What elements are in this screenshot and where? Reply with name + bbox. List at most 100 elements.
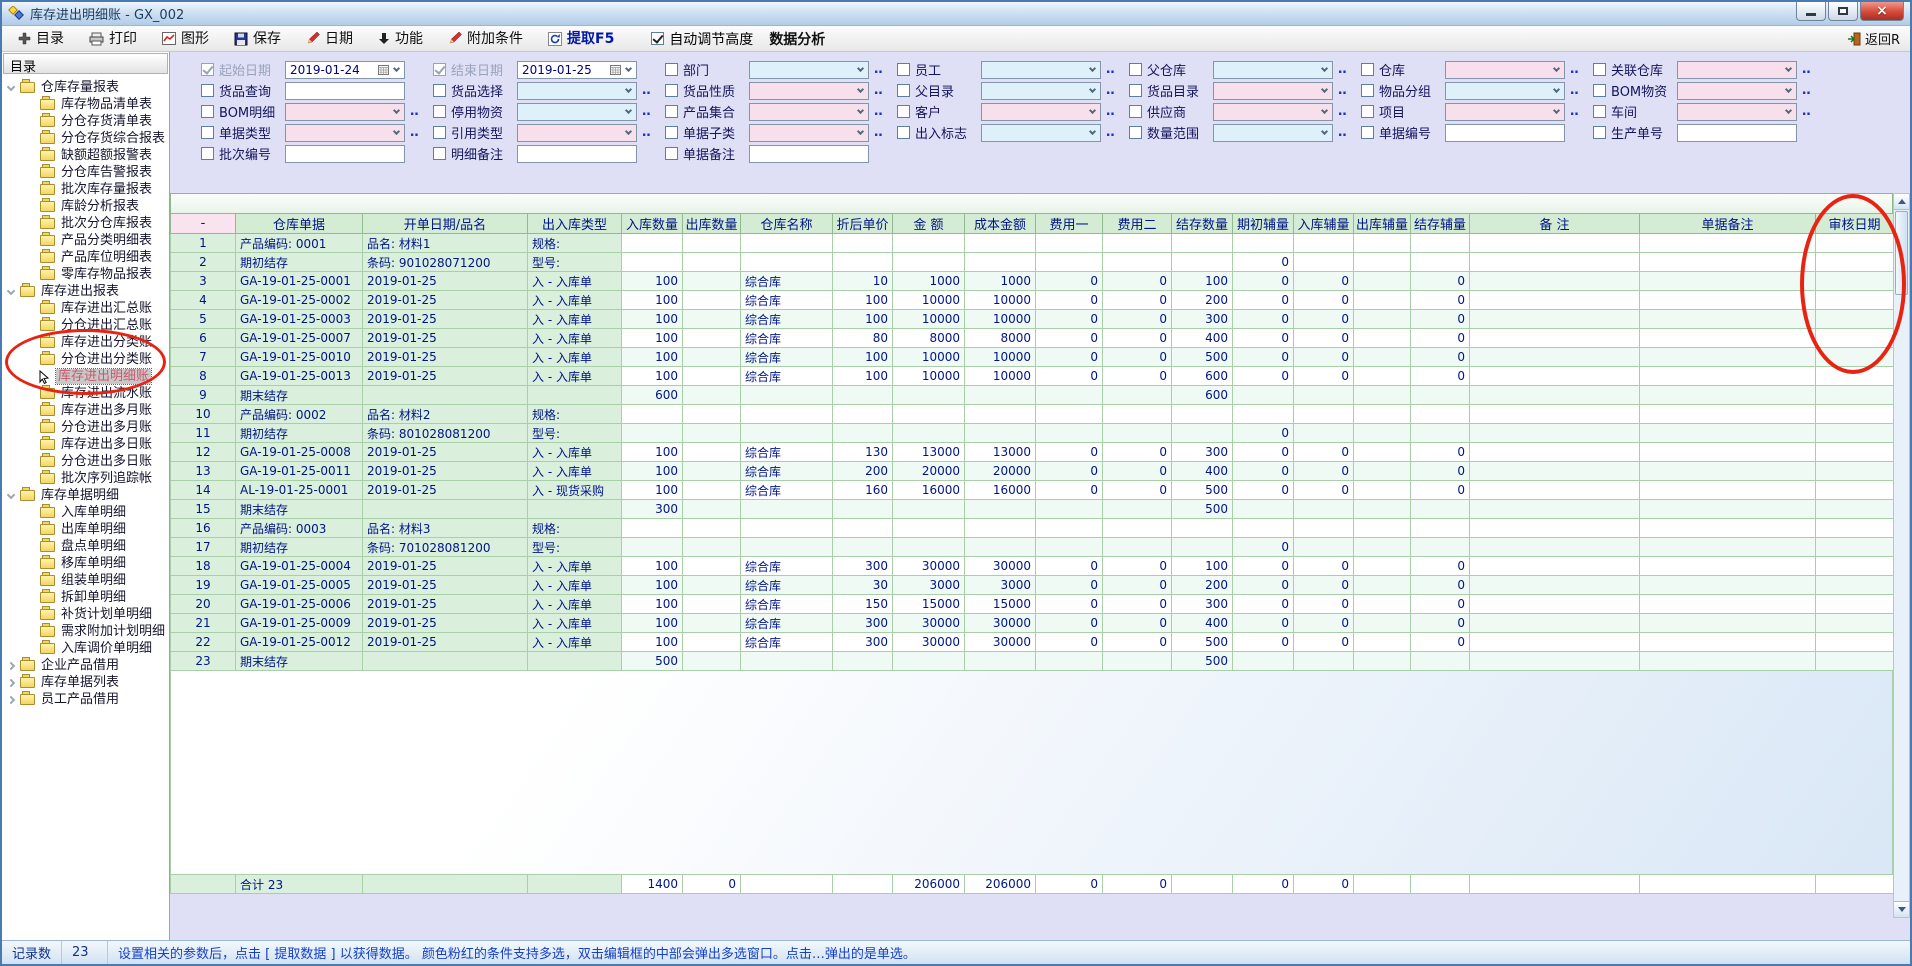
cell-doc[interactable]: GA-19-01-25-0008 (236, 443, 363, 462)
cell-date-name[interactable]: 条码: 701028081200 (363, 538, 528, 557)
tree-item[interactable]: 出库单明细 (2, 521, 169, 538)
bom-material-combo[interactable] (1677, 82, 1797, 100)
cell-amount[interactable]: 30000 (893, 633, 965, 652)
cell-in-aux[interactable] (1294, 253, 1354, 272)
combo-arrow-icon[interactable] (1317, 83, 1332, 99)
supplier-combo[interactable] (1213, 103, 1333, 121)
cell-warehouse[interactable] (741, 500, 833, 519)
cell-audit-date[interactable] (1816, 424, 1894, 443)
return-button[interactable]: 返回R (1847, 29, 1900, 48)
goods-select-combo[interactable] (517, 82, 637, 100)
cell-fee1[interactable]: 0 (1036, 595, 1103, 614)
chevron-right-icon[interactable] (7, 661, 15, 669)
cell-row-num[interactable]: 17 (171, 538, 236, 557)
cell-qty-in[interactable]: 100 (622, 557, 683, 576)
cell-fee2[interactable] (1103, 405, 1172, 424)
cell-in-aux[interactable]: 0 (1294, 557, 1354, 576)
cell-fee2[interactable]: 0 (1103, 272, 1172, 291)
qty-range-more-button[interactable]: ‥ (1338, 126, 1349, 139)
cell-unit-price[interactable] (833, 424, 893, 443)
cell-remark[interactable] (1470, 538, 1640, 557)
cell-io-type[interactable] (528, 652, 622, 671)
cell-fee1[interactable]: 0 (1036, 310, 1103, 329)
cell-doc[interactable]: GA-19-01-25-0003 (236, 310, 363, 329)
cell-doc-remark[interactable] (1640, 519, 1816, 538)
cell-fee1[interactable] (1036, 424, 1103, 443)
cell-fee2[interactable]: 0 (1103, 576, 1172, 595)
cell-remark[interactable] (1470, 576, 1640, 595)
cell-out-aux[interactable] (1354, 557, 1411, 576)
cell-cost[interactable]: 10000 (965, 348, 1036, 367)
column-header-balance-aux[interactable]: 结存辅量 (1411, 214, 1470, 234)
cell-balance-aux[interactable]: 0 (1411, 557, 1470, 576)
cell-doc-remark[interactable] (1640, 310, 1816, 329)
cell-fee1[interactable] (1036, 500, 1103, 519)
cell-fee2[interactable] (1103, 253, 1172, 272)
disabled-material-checkbox[interactable] (433, 105, 446, 118)
cell-balance-qty[interactable] (1172, 234, 1233, 253)
cell-cost[interactable]: 10000 (965, 310, 1036, 329)
cell-qty-out[interactable] (683, 386, 741, 405)
cell-row-num[interactable]: 10 (171, 405, 236, 424)
doc-subtype-checkbox[interactable] (665, 126, 678, 139)
toolbar-button-function[interactable]: 功能 (372, 31, 429, 47)
cell-balance-qty[interactable]: 600 (1172, 386, 1233, 405)
column-header-doc[interactable]: 仓库单据 (236, 214, 363, 234)
cell-out-aux[interactable] (1354, 253, 1411, 272)
cell-init-aux[interactable]: 0 (1233, 424, 1294, 443)
maximize-button[interactable] (1828, 2, 1858, 21)
cell-audit-date[interactable] (1816, 595, 1894, 614)
cell-init-aux[interactable]: 0 (1233, 272, 1294, 291)
production-number-input[interactable] (1677, 124, 1797, 142)
cell-warehouse[interactable] (741, 386, 833, 405)
cell-fee2[interactable] (1103, 424, 1172, 443)
cell-doc-remark[interactable] (1640, 576, 1816, 595)
cell-date-name[interactable]: 2019-01-25 (363, 614, 528, 633)
cell-doc[interactable]: GA-19-01-25-0007 (236, 329, 363, 348)
cell-qty-out[interactable] (683, 234, 741, 253)
cell-init-aux[interactable] (1233, 386, 1294, 405)
chevron-down-icon[interactable] (7, 490, 15, 498)
cell-audit-date[interactable] (1816, 310, 1894, 329)
tree-item[interactable]: 分仓存货综合报表 (2, 130, 169, 147)
cell-row-num[interactable]: 22 (171, 633, 236, 652)
cell-audit-date[interactable] (1816, 329, 1894, 348)
cell-fee2[interactable]: 0 (1103, 633, 1172, 652)
production-number-checkbox[interactable] (1593, 126, 1606, 139)
scrollbar-thumb[interactable] (1895, 211, 1908, 295)
toolbar-button-catalog[interactable]: 目录 (12, 31, 70, 47)
cell-audit-date[interactable] (1816, 652, 1894, 671)
cell-unit-price[interactable] (833, 652, 893, 671)
bom-detail-more-button[interactable]: ‥ (410, 105, 421, 118)
cell-qty-in[interactable]: 100 (622, 595, 683, 614)
cell-audit-date[interactable] (1816, 614, 1894, 633)
cell-balance-qty[interactable]: 300 (1172, 595, 1233, 614)
cell-amount[interactable] (893, 424, 965, 443)
cell-fee2[interactable] (1103, 538, 1172, 557)
cell-remark[interactable] (1470, 348, 1640, 367)
cell-cost[interactable]: 20000 (965, 462, 1036, 481)
cell-audit-date[interactable] (1816, 367, 1894, 386)
tree-group[interactable]: 库存单据列表 (2, 674, 169, 691)
cell-cost[interactable] (965, 234, 1036, 253)
cell-doc[interactable]: AL-19-01-25-0001 (236, 481, 363, 500)
cell-init-aux[interactable]: 0 (1233, 462, 1294, 481)
cell-audit-date[interactable] (1816, 386, 1894, 405)
cell-balance-aux[interactable]: 0 (1411, 576, 1470, 595)
tree-item[interactable]: 入库调价单明细 (2, 640, 169, 657)
cell-balance-qty[interactable]: 500 (1172, 481, 1233, 500)
product-set-more-button[interactable]: ‥ (874, 105, 885, 118)
cell-row-num[interactable]: 13 (171, 462, 236, 481)
combo-arrow-icon[interactable] (1781, 62, 1796, 78)
cell-out-aux[interactable] (1354, 576, 1411, 595)
cell-doc-remark[interactable] (1640, 405, 1816, 424)
cell-in-aux[interactable]: 0 (1294, 348, 1354, 367)
cell-doc[interactable]: 期初结存 (236, 424, 363, 443)
cell-in-aux[interactable]: 0 (1294, 329, 1354, 348)
cell-balance-qty[interactable]: 300 (1172, 310, 1233, 329)
cell-date-name[interactable]: 2019-01-25 (363, 367, 528, 386)
tree-item[interactable]: 产品库位明细表 (2, 249, 169, 266)
cell-out-aux[interactable] (1354, 272, 1411, 291)
cell-init-aux[interactable]: 0 (1233, 614, 1294, 633)
cell-unit-price[interactable]: 200 (833, 462, 893, 481)
